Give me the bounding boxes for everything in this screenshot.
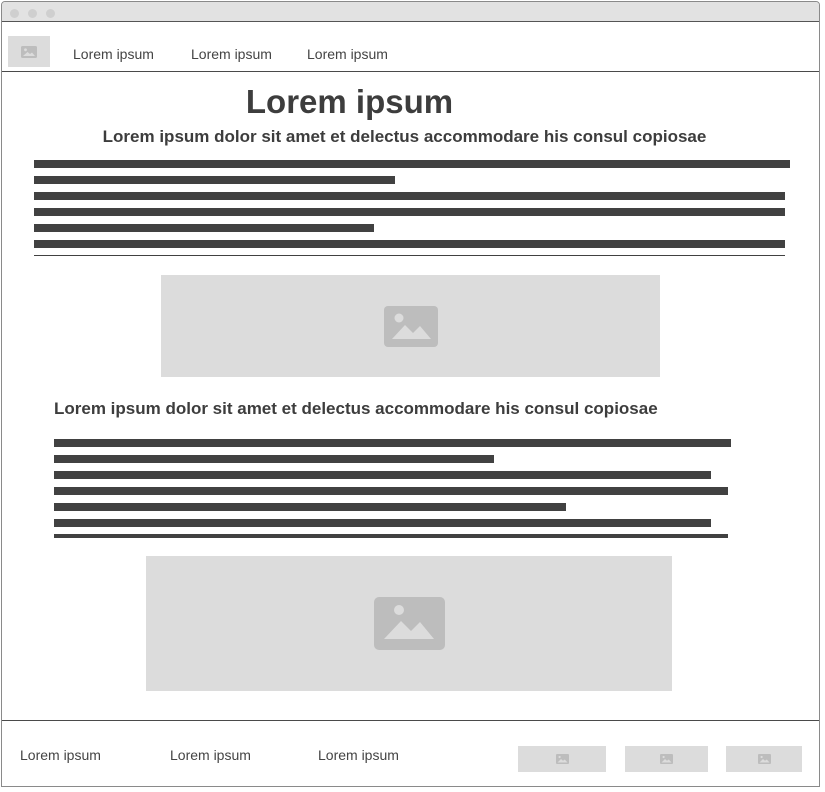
text-line <box>34 192 785 200</box>
text-line <box>54 519 711 527</box>
top-navbar: Lorem ipsum Lorem ipsum Lorem ipsum <box>2 22 819 72</box>
logo-image-placeholder[interactable] <box>8 36 50 67</box>
text-line <box>34 176 395 184</box>
nav-link-2[interactable]: Lorem ipsum <box>191 46 272 62</box>
divider <box>34 255 785 256</box>
footer-link-1[interactable]: Lorem ipsum <box>20 747 101 763</box>
browser-window: Lorem ipsum Lorem ipsum Lorem ipsum Lore… <box>1 1 820 787</box>
text-line <box>54 455 494 463</box>
page-subtitle: Lorem ipsum dolor sit amet et delectus a… <box>102 127 707 146</box>
text-line <box>54 503 566 511</box>
minimize-window-dot[interactable] <box>28 9 37 18</box>
window-titlebar <box>2 2 819 22</box>
footer-image-placeholder-2[interactable] <box>625 746 708 772</box>
image-placeholder-1 <box>161 275 660 377</box>
maximize-window-dot[interactable] <box>46 9 55 18</box>
close-window-dot[interactable] <box>10 9 19 18</box>
text-line <box>54 471 711 479</box>
text-line <box>54 534 728 538</box>
text-line <box>34 208 785 216</box>
image-icon <box>373 597 445 650</box>
page-title: Lorem ipsum <box>245 83 454 120</box>
text-line <box>34 160 790 168</box>
footer-image-placeholder-1[interactable] <box>518 746 606 772</box>
image-icon <box>21 45 37 58</box>
nav-link-1[interactable]: Lorem ipsum <box>73 46 154 62</box>
nav-link-3[interactable]: Lorem ipsum <box>307 46 388 62</box>
image-icon <box>660 754 673 764</box>
footer-link-2[interactable]: Lorem ipsum <box>170 747 251 763</box>
image-icon <box>555 754 569 764</box>
image-placeholder-2 <box>146 556 672 691</box>
text-line <box>54 439 731 447</box>
footer-link-3[interactable]: Lorem ipsum <box>318 747 399 763</box>
text-line <box>34 224 374 232</box>
section-heading: Lorem ipsum dolor sit amet et delectus a… <box>54 399 658 418</box>
image-icon <box>757 754 771 764</box>
image-icon <box>383 305 438 347</box>
footer-image-placeholder-3[interactable] <box>726 746 802 772</box>
text-line <box>34 240 785 248</box>
text-line <box>54 487 728 495</box>
footer: Lorem ipsum Lorem ipsum Lorem ipsum <box>2 720 819 786</box>
